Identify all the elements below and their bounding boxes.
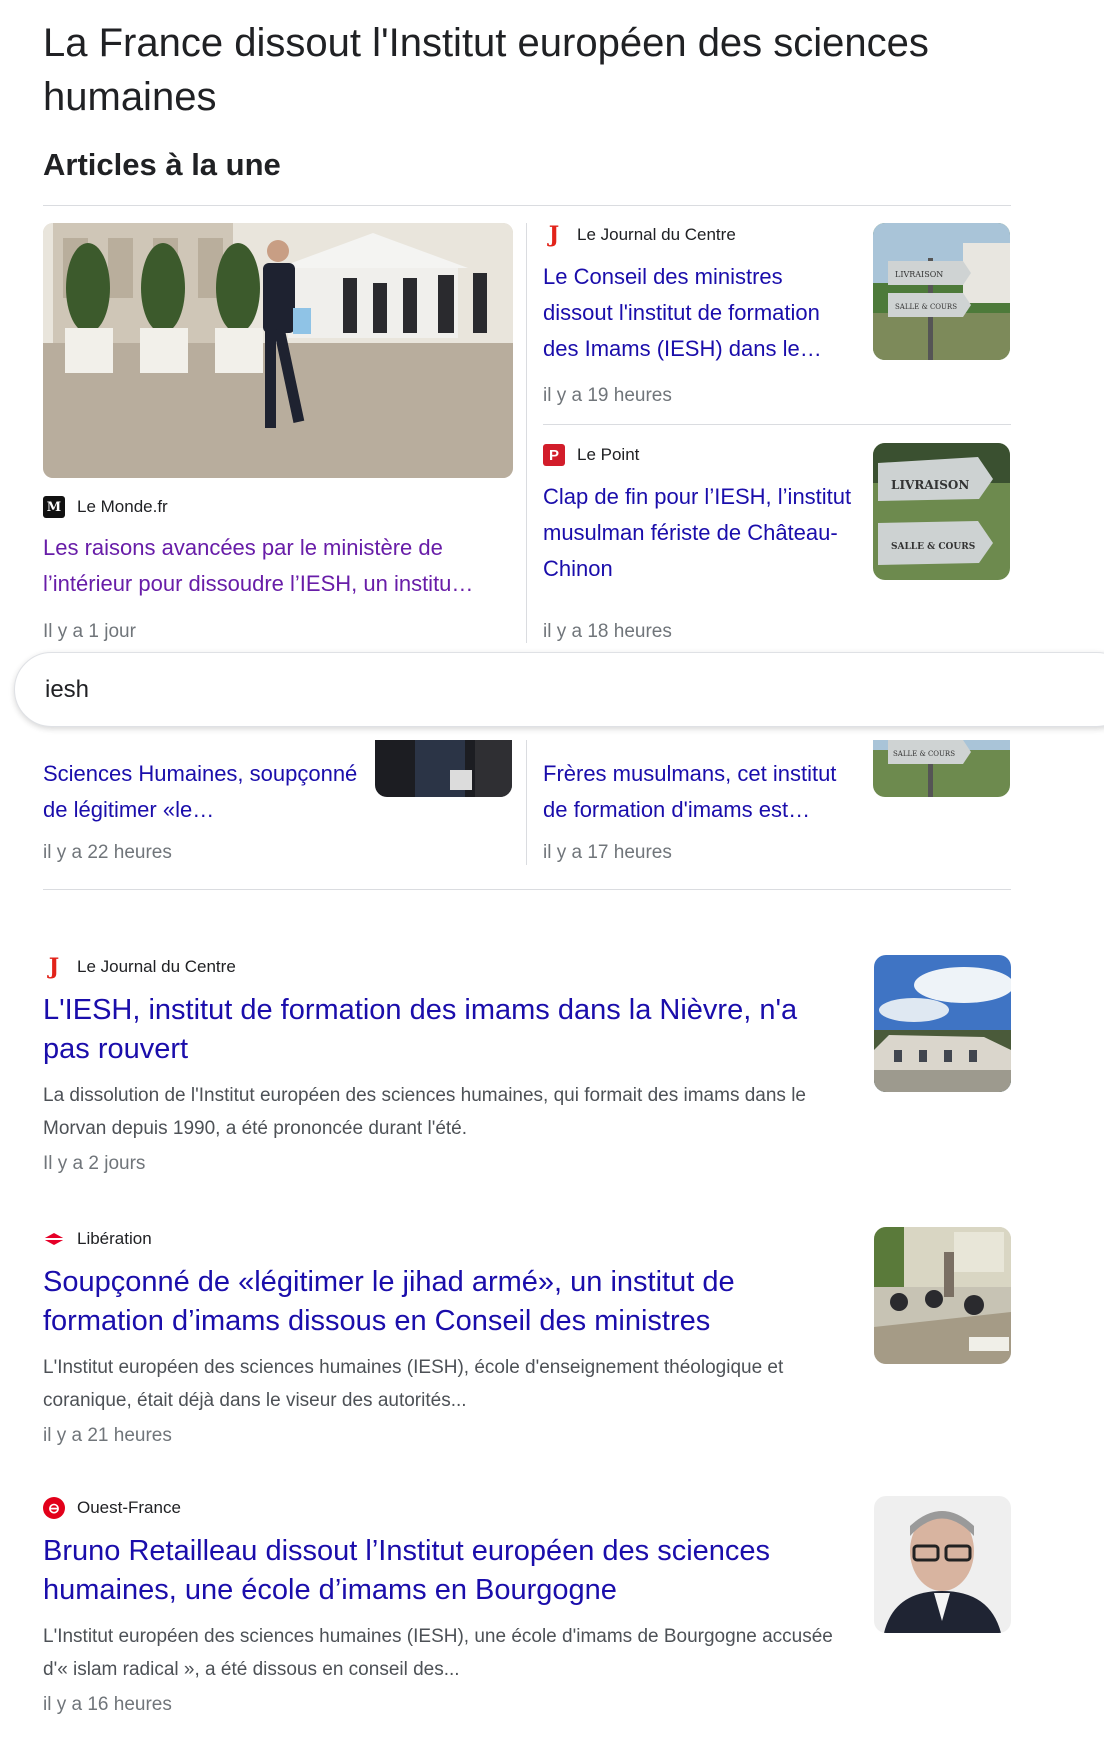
section-title: Articles à la une xyxy=(43,147,281,182)
journal-du-centre-logo-icon: J xyxy=(548,223,560,248)
news-result[interactable]: J Le Journal du Centre L'IESH, institut … xyxy=(43,954,1011,1175)
sign-salle-text: SALLE & COURS xyxy=(893,750,955,758)
story-card-right-1[interactable]: J Le Journal du Centre Le Conseil des mi… xyxy=(543,223,1011,423)
story-time: il y a 17 heures xyxy=(543,842,672,863)
le-monde-logo-icon: M xyxy=(43,496,65,518)
result-source: Libération xyxy=(43,1227,1011,1251)
result-snippet: La dissolution de l'Institut européen de… xyxy=(43,1085,806,1139)
source-name: Ouest-France xyxy=(77,1498,181,1517)
result-source: ⊖ Ouest-France xyxy=(43,1496,1011,1520)
featured-story-card[interactable]: M Le Monde.fr Les raisons avancées par l… xyxy=(43,223,513,643)
news-result[interactable]: Libération Soupçonné de «légitimer le ji… xyxy=(43,1227,1011,1447)
story-card-bottom-left[interactable]: Sciences Humaines, soupçonné de légitime… xyxy=(43,740,513,880)
top-stories-grid-lower: Sciences Humaines, soupçonné de légitime… xyxy=(43,740,1011,890)
page-title: La France dissout l'Institut européen de… xyxy=(43,21,929,119)
source-name: Le Journal du Centre xyxy=(77,957,236,976)
sign-livraison-text: LIVRAISON xyxy=(891,478,969,492)
result-thumbnail xyxy=(874,1227,1011,1364)
featured-story-time: Il y a 1 jour xyxy=(43,621,136,642)
result-thumbnail xyxy=(874,955,1011,1092)
story-title[interactable]: Le Conseil des ministres dissout l'insti… xyxy=(543,259,853,367)
ouest-france-logo-icon: ⊖ xyxy=(43,1497,65,1519)
result-title[interactable]: Bruno Retailleau dissout l’Institut euro… xyxy=(43,1532,833,1610)
story-time: il y a 19 heures xyxy=(543,385,672,406)
result-time: il y a 16 heures xyxy=(43,1694,172,1715)
liberation-logo-icon xyxy=(43,1228,65,1250)
story-title[interactable]: Sciences Humaines, soupçonné de légitime… xyxy=(43,756,363,828)
result-snippet: L'Institut européen des sciences humaine… xyxy=(43,1626,833,1680)
card-divider xyxy=(543,424,1011,425)
result-title[interactable]: L'IESH, institut de formation des imams … xyxy=(43,991,833,1069)
top-stories-grid: M Le Monde.fr Les raisons avancées par l… xyxy=(43,223,1011,643)
news-result[interactable]: ⊖ Ouest-France Bruno Retailleau dissout … xyxy=(43,1496,1011,1716)
source-name: Libération xyxy=(77,1229,152,1248)
result-title[interactable]: Soupçonné de «légitimer le jihad armé», … xyxy=(43,1263,833,1341)
result-source: J Le Journal du Centre xyxy=(43,954,1011,980)
source-name: Le Point xyxy=(577,445,640,464)
journal-du-centre-logo-icon: J xyxy=(48,954,60,980)
story-card-right-2[interactable]: P Le Point Clap de fin pour l’IESH, l’in… xyxy=(543,443,1011,643)
source-name: Le Journal du Centre xyxy=(577,225,736,244)
sign-salle-text: SALLE & COURS xyxy=(895,303,957,311)
story-thumbnail: LIVRAISON SALLE & COURS xyxy=(873,223,1010,360)
story-thumbnail xyxy=(375,740,512,797)
column-separator xyxy=(526,740,527,865)
story-source: P Le Point xyxy=(543,443,639,467)
story-title[interactable]: Clap de fin pour l’IESH, l’institut musu… xyxy=(543,479,863,587)
story-time: il y a 22 heures xyxy=(43,842,172,863)
le-point-logo-icon: P xyxy=(543,444,565,466)
search-input[interactable] xyxy=(45,675,945,704)
sign-livraison-text: LIVRAISON xyxy=(895,270,943,279)
column-separator xyxy=(526,223,527,643)
sign-salle-text: SALLE & COURS xyxy=(891,542,975,552)
story-source: J Le Journal du Centre xyxy=(543,223,736,248)
featured-story-title[interactable]: Les raisons avancées par le ministère de… xyxy=(43,530,508,602)
result-thumbnail xyxy=(874,1496,1011,1633)
story-thumbnail: LIVRAISON SALLE & COURS xyxy=(873,443,1010,580)
story-thumbnail: SALLE & COURS xyxy=(873,740,1010,797)
source-name: Le Monde.fr xyxy=(77,497,168,516)
story-card-bottom-right[interactable]: Frères musulmans, cet institut de format… xyxy=(543,740,1011,880)
result-snippet: L'Institut européen des sciences humaine… xyxy=(43,1357,784,1411)
story-title[interactable]: Frères musulmans, cet institut de format… xyxy=(543,756,863,828)
story-time: il y a 18 heures xyxy=(543,621,672,642)
featured-story-source: M Le Monde.fr xyxy=(43,495,168,519)
featured-story-image xyxy=(43,223,513,478)
result-time: il y a 21 heures xyxy=(43,1425,172,1446)
result-time: Il y a 2 jours xyxy=(43,1153,146,1174)
grid-bottom-divider xyxy=(43,889,1011,890)
top-divider xyxy=(43,205,1011,206)
search-bar[interactable] xyxy=(14,652,1104,727)
